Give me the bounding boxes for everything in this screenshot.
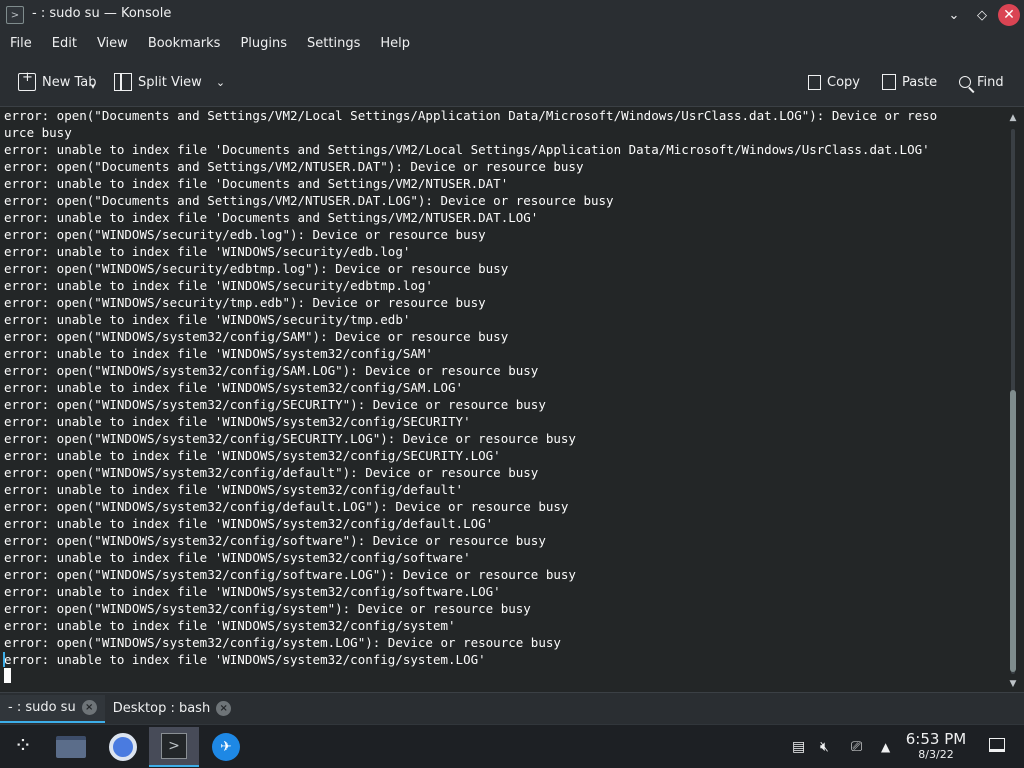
terminal-line: error: unable to index file 'WINDOWS/sys… xyxy=(4,346,433,361)
terminal-line: error: open("WINDOWS/system32/config/sys… xyxy=(4,635,561,650)
terminal-line: error: unable to index file 'Documents a… xyxy=(4,176,509,191)
terminal-line: error: open("WINDOWS/system32/config/SAM… xyxy=(4,363,539,378)
split-view-button[interactable]: Split View ⌄ xyxy=(108,65,231,99)
copy-button[interactable]: Copy xyxy=(800,65,866,99)
copy-label: Copy xyxy=(827,74,860,90)
float-diamond-icon[interactable]: ◇ xyxy=(970,3,994,27)
terminal-line: error: open("WINDOWS/security/tmp.edb"):… xyxy=(4,295,486,310)
expand-tray-icon[interactable]: ▲ xyxy=(881,725,890,768)
split-view-label: Split View xyxy=(138,74,202,90)
new-tab-icon xyxy=(18,70,36,91)
toolbar: New Tab ▾ Split View ⌄ Copy Paste Find xyxy=(0,58,1024,106)
terminal-line: error: unable to index file 'WINDOWS/sec… xyxy=(4,312,411,327)
terminal-line: error: unable to index file 'WINDOWS/sys… xyxy=(4,448,501,463)
minimize-chevron-icon[interactable]: ⌄ xyxy=(942,3,966,27)
terminal-line: error: open("WINDOWS/system32/config/def… xyxy=(4,499,569,514)
terminal-line: error: open("WINDOWS/security/edbtmp.log… xyxy=(4,261,509,276)
menu-file[interactable]: File xyxy=(0,30,42,58)
terminal-line: error: unable to index file 'WINDOWS/sys… xyxy=(4,380,464,395)
volume-muted-icon[interactable]: 🔇︎ xyxy=(820,725,829,768)
paste-icon xyxy=(882,74,896,90)
menu-settings[interactable]: Settings xyxy=(297,30,370,58)
browser-globe-icon: ✈ xyxy=(212,733,240,761)
terminal-line: error: unable to index file 'WINDOWS/sec… xyxy=(4,278,433,293)
terminal-line: error: open("WINDOWS/system32/config/sof… xyxy=(4,567,576,582)
clock-time: 6:53 PM xyxy=(905,730,967,748)
terminal-line: error: unable to index file 'WINDOWS/sys… xyxy=(4,652,486,667)
close-icon[interactable]: ✕ xyxy=(998,4,1020,26)
terminal-line: error: unable to index file 'WINDOWS/sys… xyxy=(4,414,471,429)
terminal-line: error: unable to index file 'WINDOWS/sys… xyxy=(4,618,456,633)
terminal-line: error: unable to index file 'WINDOWS/sys… xyxy=(4,516,494,531)
terminal-line: error: open("Documents and Settings/VM2/… xyxy=(4,108,938,123)
terminal-cursor xyxy=(4,668,11,683)
terminal-line: error: unable to index file 'Documents a… xyxy=(4,210,539,225)
window-title: - : sudo su — Konsole xyxy=(32,6,172,21)
new-tab-menu-indicator-icon[interactable]: ▾ xyxy=(91,82,95,91)
menu-edit[interactable]: Edit xyxy=(42,30,87,58)
scroll-down-icon[interactable]: ▼ xyxy=(1006,677,1020,691)
terminal-view[interactable]: error: open("Documents and Settings/VM2/… xyxy=(0,106,1024,692)
split-view-icon xyxy=(114,73,132,91)
application-launcher-icon[interactable]: ⁘ xyxy=(8,731,38,761)
terminal-line: error: unable to index file 'WINDOWS/sys… xyxy=(4,550,471,565)
clock[interactable]: 6:53 PM 8/3/22 xyxy=(900,730,972,762)
task-folder[interactable] xyxy=(46,727,96,767)
tab-label: Desktop : bash xyxy=(112,701,211,716)
new-tab-label: New Tab xyxy=(42,74,97,90)
find-label: Find xyxy=(977,74,1004,90)
search-icon xyxy=(959,76,971,88)
konsole-icon: > xyxy=(161,733,187,759)
new-tab-button[interactable]: New Tab xyxy=(12,65,103,99)
scrollbar[interactable]: ▲ ▼ xyxy=(1004,107,1022,693)
terminal-line: error: open("Documents and Settings/VM2/… xyxy=(4,193,614,208)
task-konsole[interactable]: > xyxy=(149,727,199,767)
terminal-line: error: open("WINDOWS/security/edb.log"):… xyxy=(4,227,486,242)
paste-button[interactable]: Paste xyxy=(876,65,943,99)
clock-date: 8/3/22 xyxy=(918,748,954,761)
terminal-line: error: open("WINDOWS/system32/config/sys… xyxy=(4,601,531,616)
terminal-line: error: open("WINDOWS/system32/config/sof… xyxy=(4,533,546,548)
line-marker xyxy=(3,652,5,667)
tab-desktop-bash[interactable]: Desktop : bash × xyxy=(105,695,240,723)
title-bar: > - : sudo su — Konsole ⌄ ◇ ✕ xyxy=(0,0,1024,30)
terminal-output: error: open("Documents and Settings/VM2/… xyxy=(4,107,1002,668)
show-desktop-icon[interactable] xyxy=(989,738,1005,752)
terminal-line: error: open("WINDOWS/system32/config/SEC… xyxy=(4,431,576,446)
copy-icon xyxy=(808,74,821,90)
tab-bar: - : sudo su × Desktop : bash × xyxy=(0,692,1024,724)
terminal-line: error: unable to index file 'WINDOWS/sys… xyxy=(4,584,501,599)
terminal-line: error: open("WINDOWS/system32/config/def… xyxy=(4,465,539,480)
chevron-down-icon: ⌄ xyxy=(215,75,226,89)
terminal-line: error: unable to index file 'Documents a… xyxy=(4,142,930,157)
taskbar: ⁘ > ✈ ▤ 🔇︎ ⎚ ▲ 6:53 PM 8/3/22 xyxy=(0,724,1024,768)
terminal-line: error: unable to index file 'WINDOWS/sec… xyxy=(4,244,411,259)
terminal-line: error: open("Documents and Settings/VM2/… xyxy=(4,159,584,174)
close-icon[interactable]: × xyxy=(216,701,232,716)
paste-label: Paste xyxy=(902,74,938,90)
window-controls: ⌄ ◇ ✕ xyxy=(942,3,1020,27)
tab-label: - : sudo su xyxy=(8,700,76,715)
terminal-line: error: open("WINDOWS/system32/config/SAM… xyxy=(4,329,509,344)
network-icon[interactable]: ⎚ xyxy=(851,725,862,768)
menu-bookmarks[interactable]: Bookmarks xyxy=(138,30,231,58)
tab-sudo-su[interactable]: - : sudo su × xyxy=(0,694,105,723)
terminal-line: urce busy xyxy=(4,125,72,140)
scrollbar-thumb[interactable] xyxy=(1010,390,1016,672)
task-browser[interactable]: ✈ xyxy=(201,727,251,767)
close-icon[interactable]: × xyxy=(81,700,97,715)
menu-plugins[interactable]: Plugins xyxy=(230,30,297,58)
konsole-icon: > xyxy=(6,6,24,24)
terminal-line: error: unable to index file 'WINDOWS/sys… xyxy=(4,482,464,497)
scroll-up-icon[interactable]: ▲ xyxy=(1006,111,1020,125)
task-chromium[interactable] xyxy=(98,727,148,767)
folder-icon xyxy=(56,736,86,758)
menu-bar: File Edit View Bookmarks Plugins Setting… xyxy=(0,30,1024,58)
clipboard-icon[interactable]: ▤ xyxy=(792,725,805,768)
chromium-icon xyxy=(109,733,137,761)
menu-help[interactable]: Help xyxy=(370,30,420,58)
menu-view[interactable]: View xyxy=(87,30,138,58)
terminal-line: error: open("WINDOWS/system32/config/SEC… xyxy=(4,397,546,412)
find-button[interactable]: Find xyxy=(953,65,1010,99)
